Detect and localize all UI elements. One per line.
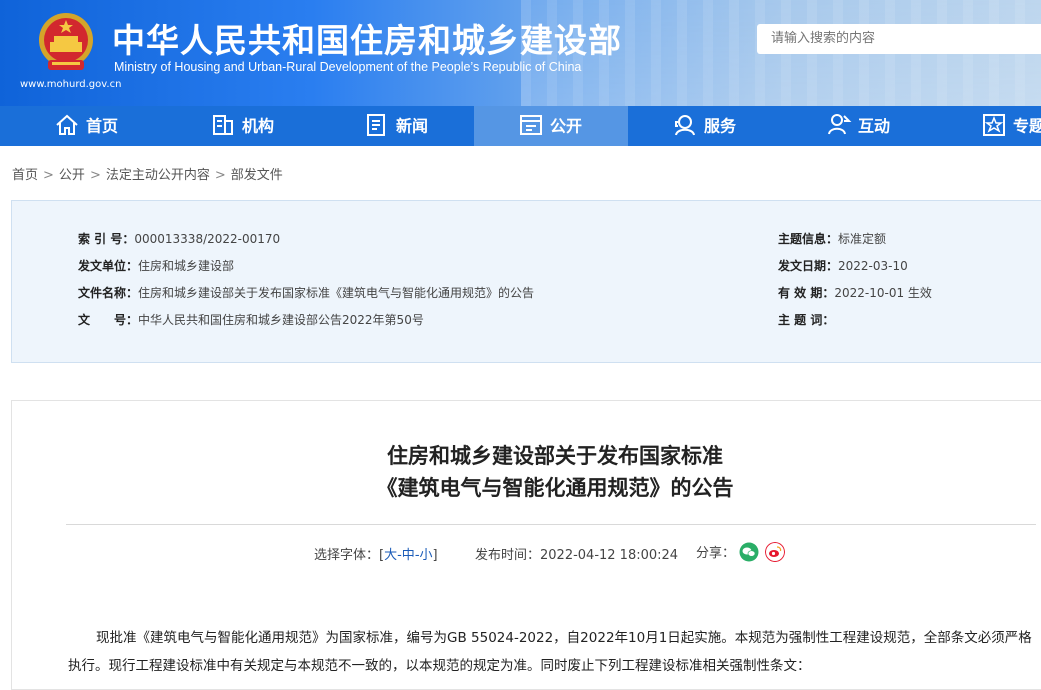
info-date: 发文日期：2022-03-10 [778, 257, 908, 274]
info-value: 住房和城乡建设部关于发布国家标准《建筑电气与智能化通用规范》的公告 [138, 286, 535, 300]
search-input[interactable] [757, 24, 1041, 54]
info-label: 文 号： [78, 313, 139, 327]
info-label: 文件名称： [78, 286, 139, 300]
interact-icon [828, 113, 852, 134]
info-docname: 文件名称：住房和城乡建设部关于发布国家标准《建筑电气与智能化通用规范》的公告 [78, 284, 534, 301]
breadcrumb-item-public[interactable]: 公开 [59, 168, 85, 183]
nav-label: 服务 [704, 116, 737, 136]
news-icon [367, 113, 385, 136]
font-medium-link[interactable]: 中 [402, 548, 415, 563]
nav-item-interact[interactable]: 互动 [826, 106, 890, 146]
title-divider [66, 524, 1036, 525]
nav-label: 互动 [858, 116, 891, 136]
nav-item-topic[interactable]: 专题 [981, 106, 1041, 146]
info-label: 索 引 号： [78, 232, 135, 246]
breadcrumb: 首页 > 公开 > 法定主动公开内容 > 部发文件 [12, 164, 283, 183]
public-icon [520, 114, 542, 135]
nav-label: 新闻 [396, 116, 429, 136]
info-label: 发文日期： [778, 259, 839, 273]
site-header: www.mohurd.gov.cn 中华人民共和国住房和城乡建设部 Minist… [0, 0, 1041, 106]
nav-item-public[interactable]: 公开 [474, 106, 628, 146]
share-label: 分享： [696, 546, 736, 561]
nav-label: 机构 [242, 116, 275, 136]
info-topic: 主题信息：标准定额 [778, 230, 886, 247]
font-selector-label: 选择字体：[ [314, 548, 385, 563]
info-value: 2022-10-01 生效 [834, 286, 932, 300]
info-label: 主题信息： [778, 232, 839, 246]
info-value: 标准定额 [838, 232, 887, 246]
nav-item-org[interactable]: 机构 [210, 106, 274, 146]
info-value: 000013338/2022-00170 [134, 232, 281, 246]
info-value: 住房和城乡建设部 [138, 259, 235, 273]
national-emblem-icon[interactable] [38, 12, 94, 74]
document-info-panel [11, 200, 1041, 363]
breadcrumb-item-home[interactable]: 首页 [12, 168, 38, 183]
info-docno: 文 号：中华人民共和国住房和城乡建设部公告2022年第50号 [78, 311, 424, 328]
breadcrumb-separator: > [89, 168, 101, 183]
info-issuer: 发文单位：住房和城乡建设部 [78, 257, 234, 274]
info-label: 有 效 期： [778, 286, 835, 300]
site-title-english: Ministry of Housing and Urban-Rural Deve… [114, 60, 582, 74]
service-icon [675, 114, 695, 135]
nav-item-news[interactable]: 新闻 [364, 106, 428, 146]
article-title-line1: 住房和城乡建设部关于发布国家标准 [387, 444, 723, 468]
article-title-line2: 《建筑电气与智能化通用规范》的公告 [376, 476, 734, 500]
site-url: www.mohurd.gov.cn [20, 79, 122, 90]
wechat-share-icon[interactable] [739, 542, 759, 562]
info-value: 中华人民共和国住房和城乡建设部公告2022年第50号 [138, 313, 424, 327]
info-value: 2022-03-10 [838, 259, 908, 273]
breadcrumb-separator: > [43, 168, 54, 183]
nav-item-home[interactable]: 首页 [54, 106, 118, 146]
breadcrumb-item-statutory[interactable]: 法定主动公开内容 [106, 168, 210, 183]
breadcrumb-separator: > [214, 168, 226, 183]
font-size-selector: 选择字体：[大-中-小] [314, 544, 438, 563]
nav-label: 公开 [550, 116, 583, 136]
info-label: 发文单位： [78, 259, 139, 273]
article-paragraph: 现批准《建筑电气与智能化通用规范》为国家标准，编号为GB 55024-2022，… [68, 630, 1032, 674]
topic-icon [983, 113, 1005, 136]
font-large-link[interactable]: 大 [384, 548, 397, 563]
info-keyword: 主 题 词： [778, 311, 834, 328]
main-nav: 首页 机构 新闻 公开 服务 互动 专题 [0, 106, 1041, 146]
weibo-share-icon[interactable] [765, 542, 785, 562]
home-icon [56, 114, 78, 135]
nav-label: 首页 [86, 116, 119, 136]
breadcrumb-item-documents[interactable]: 部发文件 [231, 168, 283, 183]
org-icon [213, 114, 233, 135]
publish-time: 发布时间：2022-04-12 18:00:24 [475, 548, 679, 563]
nav-item-service[interactable]: 服务 [672, 106, 736, 146]
nav-label: 专题 [1013, 116, 1041, 136]
font-selector-close: ] [432, 548, 438, 563]
info-index: 索 引 号：000013338/2022-00170 [78, 230, 280, 247]
info-label: 主 题 词： [778, 313, 835, 327]
font-small-link[interactable]: 小 [420, 548, 433, 563]
article-title: 住房和城乡建设部关于发布国家标准 《建筑电气与智能化通用规范》的公告 [0, 440, 1041, 504]
info-valid: 有 效 期：2022-10-01 生效 [778, 284, 932, 301]
site-title[interactable]: 中华人民共和国住房和城乡建设部 [112, 14, 622, 62]
